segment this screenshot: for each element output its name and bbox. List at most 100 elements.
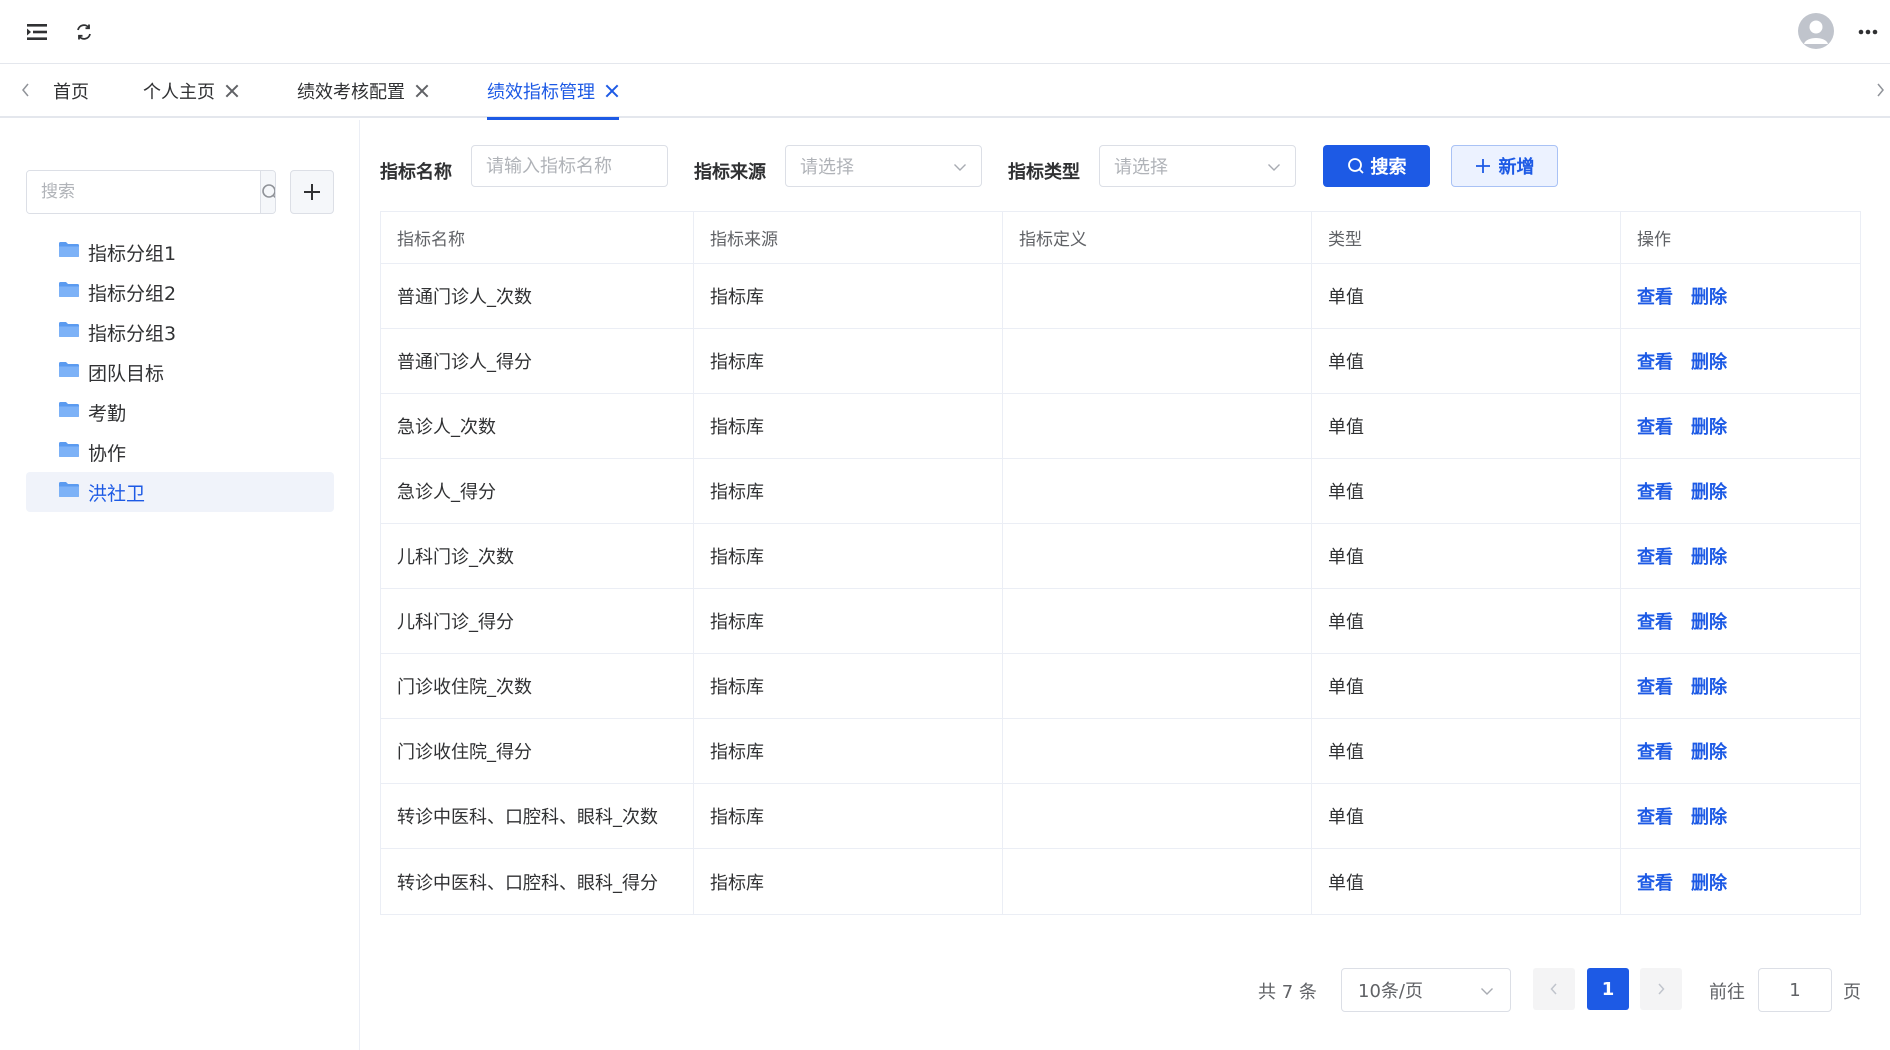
chevron-right-icon — [1658, 983, 1665, 995]
refresh-icon[interactable] — [72, 20, 96, 44]
column-header-type: 类型 — [1312, 212, 1621, 263]
folder-icon — [59, 241, 79, 257]
view-link[interactable]: 查看 — [1637, 673, 1673, 699]
cell-name: 门诊收住院_得分 — [381, 719, 694, 783]
cell-name: 普通门诊人_得分 — [381, 329, 694, 393]
tabs-bar: 首页 个人主页 绩效考核配置 绩效指标管理 — [0, 64, 1890, 120]
cell-type: 单值 — [1312, 524, 1621, 588]
tab-label: 绩效指标管理 — [487, 82, 595, 103]
cell-source: 指标库 — [694, 654, 1003, 718]
delete-link[interactable]: 删除 — [1691, 478, 1727, 504]
tree-item[interactable]: 考勤 — [26, 392, 334, 432]
column-header-definition: 指标定义 — [1003, 212, 1312, 263]
page-size-select[interactable]: 10条/页 — [1341, 968, 1511, 1012]
next-page-button[interactable] — [1640, 968, 1682, 1010]
table-body: 普通门诊人_次数 指标库 单值 查看 删除 普通门诊人_得分 指标库 单值 查看 删除 急诊人_次数… — [381, 264, 1860, 914]
cell-definition — [1003, 654, 1312, 718]
page-suffix-label: 页 — [1843, 982, 1861, 1003]
view-link[interactable]: 查看 — [1637, 413, 1673, 439]
view-link[interactable]: 查看 — [1637, 478, 1673, 504]
delete-link[interactable]: 删除 — [1691, 869, 1727, 895]
cell-name: 转诊中医科、口腔科、眼科_次数 — [381, 784, 694, 848]
tabs-scroll-right-icon[interactable] — [1870, 78, 1890, 102]
view-link[interactable]: 查看 — [1637, 348, 1673, 374]
table-row: 急诊人_次数 指标库 单值 查看 删除 — [381, 394, 1860, 459]
add-indicator-button[interactable]: 新增 — [1451, 145, 1558, 187]
view-link[interactable]: 查看 — [1637, 869, 1673, 895]
add-group-button[interactable] — [290, 170, 334, 214]
cell-type: 单值 — [1312, 654, 1621, 718]
cell-actions: 查看 删除 — [1621, 264, 1860, 328]
tab-label: 绩效考核配置 — [297, 82, 405, 103]
delete-link[interactable]: 删除 — [1691, 348, 1727, 374]
more-icon[interactable] — [1854, 20, 1882, 44]
goto-page-input[interactable]: 1 — [1758, 968, 1832, 1012]
tree-item-label: 洪社卫 — [88, 482, 146, 505]
view-link[interactable]: 查看 — [1637, 608, 1673, 634]
delete-link[interactable]: 删除 — [1691, 673, 1727, 699]
tab-home[interactable]: 首页 — [53, 64, 89, 118]
delete-link[interactable]: 删除 — [1691, 413, 1727, 439]
tabs-scroll-left-icon[interactable] — [16, 78, 36, 102]
close-icon[interactable] — [415, 84, 429, 98]
user-avatar[interactable] — [1798, 13, 1834, 49]
indicator-table: 指标名称 指标来源 指标定义 类型 操作 普通门诊人_次数 指标库 单值 查看 删除 普通… — [380, 211, 1861, 915]
folder-icon — [59, 281, 79, 297]
search-button-label: 搜索 — [1370, 157, 1407, 178]
cell-actions: 查看 删除 — [1621, 524, 1860, 588]
cell-type: 单值 — [1312, 589, 1621, 653]
name-filter-input[interactable] — [486, 155, 667, 177]
search-button[interactable]: 搜索 — [1323, 145, 1430, 187]
tree-item[interactable]: 协作 — [26, 432, 334, 472]
search-icon — [262, 184, 275, 199]
delete-link[interactable]: 删除 — [1691, 803, 1727, 829]
sidebar-search-button[interactable] — [260, 171, 275, 213]
view-link[interactable]: 查看 — [1637, 738, 1673, 764]
delete-link[interactable]: 删除 — [1691, 543, 1727, 569]
tree-item[interactable]: 指标分组3 — [26, 312, 334, 352]
tree-item[interactable]: 团队目标 — [26, 352, 334, 392]
view-link[interactable]: 查看 — [1637, 803, 1673, 829]
group-tree: 指标分组1 指标分组2 指标分组3 团队目标 考勤 协作洪社卫 — [26, 232, 334, 512]
close-icon[interactable] — [605, 84, 619, 98]
source-filter-select[interactable]: 请选择 — [785, 145, 982, 187]
sidebar-search-input[interactable] — [27, 171, 260, 213]
table-row: 转诊中医科、口腔科、眼科_次数 指标库 单值 查看 删除 — [381, 784, 1860, 849]
cell-name: 急诊人_次数 — [381, 394, 694, 458]
close-icon[interactable] — [225, 84, 239, 98]
menu-toggle-icon[interactable] — [26, 20, 50, 44]
table-row: 转诊中医科、口腔科、眼科_得分 指标库 单值 查看 删除 — [381, 849, 1860, 914]
cell-actions: 查看 删除 — [1621, 589, 1860, 653]
tree-item[interactable]: 洪社卫 — [26, 472, 334, 512]
cell-actions: 查看 删除 — [1621, 654, 1860, 718]
delete-link[interactable]: 删除 — [1691, 283, 1727, 309]
tree-item[interactable]: 指标分组1 — [26, 232, 334, 272]
cell-name: 急诊人_得分 — [381, 459, 694, 523]
cell-type: 单值 — [1312, 264, 1621, 328]
type-filter-select[interactable]: 请选择 — [1099, 145, 1296, 187]
sidebar: 指标分组1 指标分组2 指标分组3 团队目标考勤协作洪社卫 — [0, 120, 360, 1050]
cell-source: 指标库 — [694, 589, 1003, 653]
cell-actions: 查看 删除 — [1621, 459, 1860, 523]
tab-personal-home[interactable]: 个人主页 — [143, 64, 239, 118]
tab-indicator-management[interactable]: 绩效指标管理 — [487, 64, 619, 120]
cell-actions: 查看 删除 — [1621, 394, 1860, 458]
tree-item[interactable]: 指标分组2 — [26, 272, 334, 312]
table-row: 急诊人_得分 指标库 单值 查看 删除 — [381, 459, 1860, 524]
column-header-name: 指标名称 — [381, 212, 694, 263]
delete-link[interactable]: 删除 — [1691, 738, 1727, 764]
source-filter-label: 指标来源 — [694, 162, 766, 183]
cell-definition — [1003, 459, 1312, 523]
tab-performance-config[interactable]: 绩效考核配置 — [297, 64, 429, 118]
folder-icon — [59, 321, 79, 337]
cell-type: 单值 — [1312, 329, 1621, 393]
view-link[interactable]: 查看 — [1637, 543, 1673, 569]
table-row: 普通门诊人_得分 指标库 单值 查看 删除 — [381, 329, 1860, 394]
page-number-current[interactable]: 1 — [1587, 968, 1629, 1010]
chevron-left-icon — [1550, 983, 1557, 995]
prev-page-button[interactable] — [1533, 968, 1575, 1010]
column-header-actions: 操作 — [1637, 230, 1671, 250]
add-button-label: 新增 — [1498, 157, 1535, 178]
delete-link[interactable]: 删除 — [1691, 608, 1727, 634]
view-link[interactable]: 查看 — [1637, 283, 1673, 309]
